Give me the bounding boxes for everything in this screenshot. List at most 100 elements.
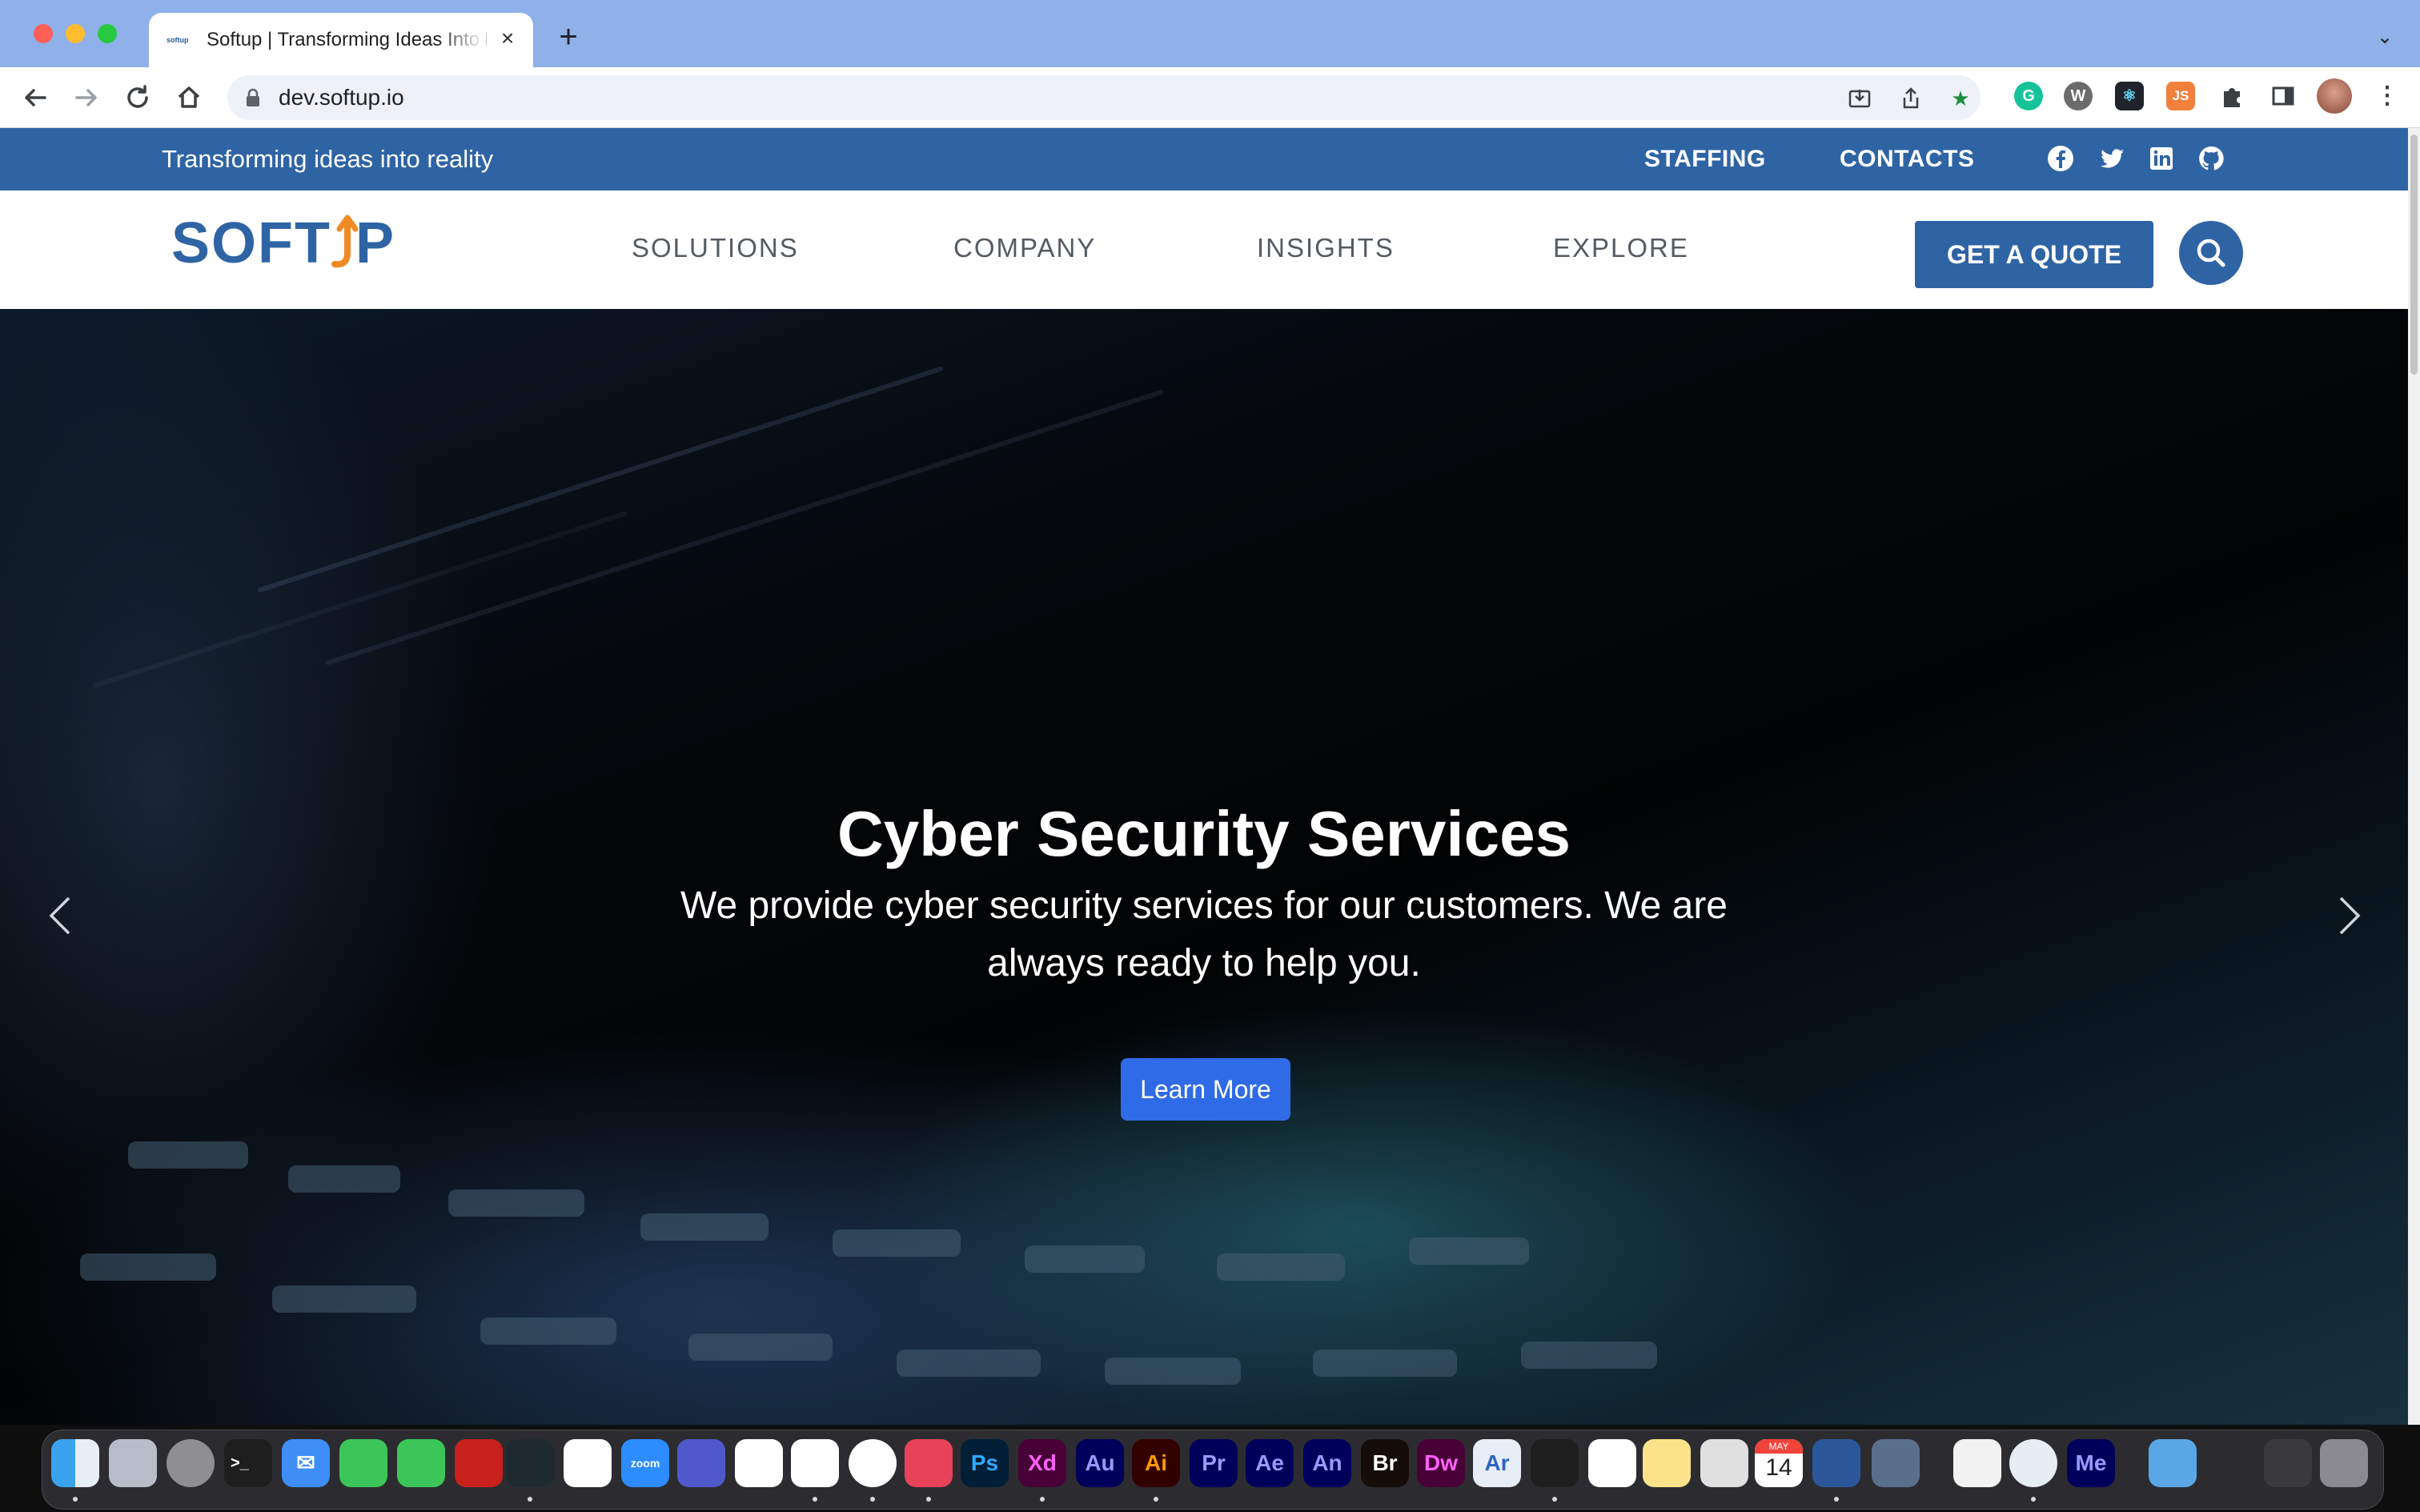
calendar-day: 14 [1765, 1454, 1792, 1481]
close-tab-icon[interactable]: × [495, 26, 520, 51]
background-keyboard-key [688, 1334, 833, 1361]
scrollbar-thumb[interactable] [2410, 134, 2418, 375]
address-bar[interactable]: dev.softup.io ★ [227, 75, 1981, 120]
nav-insights[interactable]: INSIGHTS [1257, 232, 1395, 264]
tab-search-chevron-icon[interactable]: ⌄ [2373, 26, 2397, 50]
messages-app-icon[interactable] [339, 1439, 387, 1487]
downloads-folder-icon[interactable] [2149, 1439, 2197, 1487]
preview-app-icon[interactable] [1872, 1439, 1920, 1487]
notes-app-icon[interactable] [1643, 1439, 1691, 1487]
install-app-icon[interactable] [1848, 86, 1872, 110]
browser-tab[interactable]: softup Softup | Transforming Ideas Into … [149, 13, 533, 67]
facetime-app-icon[interactable] [397, 1439, 445, 1487]
nav-explore[interactable]: EXPLORE [1553, 232, 1689, 264]
facebook-icon[interactable] [2046, 144, 2075, 173]
background-light-streak [257, 366, 944, 593]
running-indicator [926, 1497, 931, 1502]
figma-app-icon[interactable] [1531, 1439, 1579, 1487]
textedit-app-icon[interactable] [1953, 1439, 2001, 1487]
slack-app-icon[interactable] [564, 1439, 612, 1487]
xd-app-icon[interactable]: Xd [1018, 1439, 1066, 1487]
get-a-quote-button[interactable]: GET A QUOTE [1915, 221, 2153, 288]
aero-app-icon[interactable]: Ar [1473, 1439, 1521, 1487]
react-devtools-extension-icon[interactable]: ⚛ [2115, 82, 2144, 110]
search-button[interactable] [2179, 221, 2243, 285]
mail-app-icon[interactable]: ✉ [282, 1439, 330, 1487]
page-scrollbar[interactable] [2408, 128, 2420, 1425]
profile-avatar[interactable] [2317, 78, 2352, 114]
premiere-app-icon[interactable]: Pr [1190, 1439, 1238, 1487]
recent-document-icon[interactable] [2264, 1439, 2312, 1487]
forward-button[interactable] [69, 80, 104, 115]
messenger-app-icon[interactable] [791, 1439, 839, 1487]
photos-app-icon[interactable] [1588, 1439, 1636, 1487]
back-button[interactable] [18, 80, 53, 115]
close-window-button[interactable] [34, 24, 53, 43]
tagline: Transforming ideas into reality [162, 145, 494, 173]
learn-more-button[interactable]: Learn More [1121, 1058, 1290, 1121]
url-text[interactable]: dev.softup.io [279, 85, 404, 110]
illustrator-app-icon[interactable]: Ai [1132, 1439, 1180, 1487]
svg-text:SOFT: SOFT [171, 211, 331, 275]
quicktime-app-icon[interactable] [2009, 1439, 2057, 1487]
dreamweaver-app-icon[interactable]: Dw [1417, 1439, 1465, 1487]
trash-icon[interactable] [2320, 1439, 2368, 1487]
js-extension-icon[interactable]: JS [2166, 82, 2195, 110]
svg-text:P: P [355, 211, 394, 275]
hero-title: Cyber Security Services [837, 798, 1571, 869]
after-effects-app-icon[interactable]: Ae [1246, 1439, 1294, 1487]
background-keyboard-key [480, 1317, 616, 1345]
terminal-app-icon[interactable]: >_ [224, 1439, 272, 1487]
acrobat-app-icon[interactable] [455, 1439, 503, 1487]
photoshop-app-icon[interactable]: Ps [961, 1439, 1009, 1487]
carousel-next-arrow-icon[interactable] [2330, 884, 2370, 948]
creative-cloud-app-icon[interactable] [905, 1439, 953, 1487]
running-indicator [2031, 1497, 2036, 1502]
background-light-streak [93, 510, 628, 689]
running-indicator [1834, 1497, 1839, 1502]
vscode-app-icon[interactable] [735, 1439, 783, 1487]
launchpad-app-icon[interactable] [109, 1439, 157, 1487]
github-icon[interactable] [2197, 144, 2225, 173]
calculator-app-icon[interactable] [1700, 1439, 1748, 1487]
teams-app-icon[interactable] [677, 1439, 725, 1487]
stack-folder-icon[interactable] [2209, 1439, 2257, 1487]
new-tab-button[interactable]: + [552, 21, 584, 53]
media-encoder-app-icon[interactable]: Me [2067, 1439, 2115, 1487]
minimize-window-button[interactable] [66, 24, 85, 43]
linkedin-icon[interactable] [2147, 144, 2176, 173]
audition-app-icon[interactable]: Au [1076, 1439, 1124, 1487]
chrome-app-icon[interactable] [849, 1439, 897, 1487]
nav-company[interactable]: COMPANY [953, 232, 1096, 264]
home-button[interactable] [171, 80, 207, 115]
twitter-icon[interactable] [2097, 144, 2126, 173]
running-indicator [73, 1497, 78, 1502]
bookmark-star-icon[interactable]: ★ [1948, 86, 1973, 110]
background-keyboard-key [128, 1141, 248, 1169]
wappalyzer-extension-icon[interactable]: W [2064, 82, 2093, 110]
finder-app-icon[interactable] [51, 1439, 99, 1487]
side-panel-icon[interactable] [2269, 82, 2298, 110]
word-app-icon[interactable] [1812, 1439, 1860, 1487]
bridge-app-icon[interactable]: Br [1361, 1439, 1409, 1487]
extensions-puzzle-icon[interactable] [2217, 82, 2246, 110]
carousel-prev-arrow-icon[interactable] [40, 884, 80, 948]
dev-tool-app-icon[interactable] [506, 1439, 554, 1487]
reload-button[interactable] [120, 80, 155, 115]
animate-app-icon[interactable]: An [1303, 1439, 1351, 1487]
maximize-window-button[interactable] [98, 24, 117, 43]
zoom-app-icon[interactable]: zoom [621, 1439, 669, 1487]
contacts-link[interactable]: CONTACTS [1840, 144, 1974, 174]
search-icon [2197, 239, 2225, 267]
browser-window: softup Softup | Transforming Ideas Into … [0, 0, 2420, 1512]
running-indicator [813, 1497, 817, 1502]
nav-solutions[interactable]: SOLUTIONS [632, 232, 799, 264]
menu-kebab-icon[interactable]: ⋮ [2373, 82, 2402, 110]
lock-icon[interactable] [245, 88, 261, 107]
softup-logo[interactable]: SOFT P [170, 211, 402, 275]
grammarly-extension-icon[interactable]: G [2014, 82, 2043, 110]
staffing-link[interactable]: STAFFING [1644, 144, 1766, 174]
system-preferences-app-icon[interactable] [167, 1439, 215, 1487]
share-icon[interactable] [1899, 86, 1923, 110]
calendar-app-icon[interactable]: MAY 14 [1755, 1439, 1803, 1487]
